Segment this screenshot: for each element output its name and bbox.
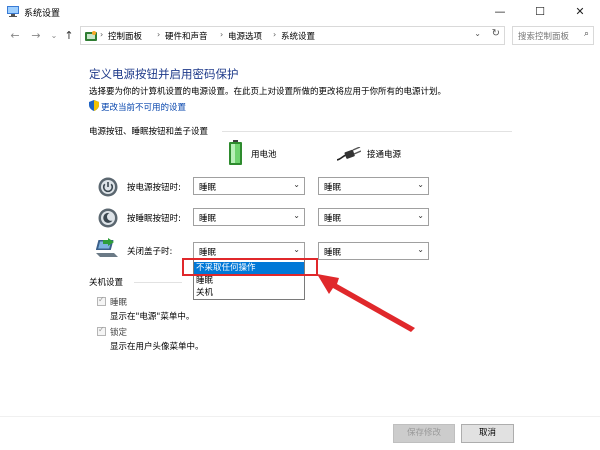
plugged-in-column-header: 接通电源 bbox=[367, 150, 402, 160]
breadcrumb-system-settings[interactable]: 系统设置 bbox=[281, 30, 315, 42]
breadcrumb-control-panel[interactable]: 控制面板 bbox=[108, 30, 142, 42]
red-arrow bbox=[317, 274, 415, 332]
sleep-button-plugged-value: 睡眠 bbox=[324, 214, 342, 224]
section-divider bbox=[134, 282, 182, 283]
sleep-button-icon bbox=[98, 208, 118, 228]
sleep-button-battery-value: 睡眠 bbox=[199, 214, 217, 224]
change-unavailable-settings-link[interactable]: 更改当前不可用的设置 bbox=[101, 101, 186, 113]
sleep-description: 显示在"电源"菜单中。 bbox=[110, 312, 195, 322]
power-button-plugged-select[interactable]: 睡眠 ⌄ bbox=[318, 177, 429, 195]
title-bar: 系统设置 — ☐ ✕ bbox=[0, 0, 600, 24]
check-icon: ✓ bbox=[98, 295, 105, 304]
shutdown-section-title: 关机设置 bbox=[89, 278, 124, 288]
lock-checkbox[interactable]: ✓ bbox=[97, 325, 106, 336]
laptop-lid-icon bbox=[96, 238, 118, 257]
forward-button[interactable]: → bbox=[29, 28, 43, 44]
cancel-button[interactable]: 取消 bbox=[461, 424, 514, 443]
sleep-button-battery-select[interactable]: 睡眠 ⌄ bbox=[193, 208, 305, 226]
search-placeholder: 搜索控制面板 bbox=[518, 32, 570, 42]
breadcrumb-separator: › bbox=[157, 30, 161, 39]
power-button-battery-value: 睡眠 bbox=[199, 183, 217, 193]
breadcrumb-separator: › bbox=[100, 30, 104, 39]
breadcrumb-separator: › bbox=[220, 30, 224, 39]
search-box[interactable]: 搜索控制面板 ⌕ bbox=[512, 26, 594, 45]
search-icon[interactable]: ⌕ bbox=[584, 29, 589, 39]
dropdown-option-shutdown[interactable]: 关机 bbox=[194, 287, 304, 300]
footer-divider bbox=[0, 416, 600, 417]
lock-description: 显示在用户头像菜单中。 bbox=[110, 342, 204, 352]
chevron-down-icon: ⌄ bbox=[293, 180, 300, 189]
close-lid-battery-value: 睡眠 bbox=[199, 248, 217, 258]
battery-column-header: 用电池 bbox=[251, 150, 277, 160]
control-panel-icon bbox=[85, 31, 97, 41]
power-button-label: 按电源按钮时: bbox=[127, 183, 181, 193]
maximize-button[interactable]: ☐ bbox=[520, 0, 560, 24]
chevron-down-icon: ⌄ bbox=[293, 211, 300, 220]
power-button-battery-select[interactable]: 睡眠 ⌄ bbox=[193, 177, 305, 195]
power-button-icon bbox=[98, 177, 118, 197]
section-divider bbox=[222, 131, 512, 132]
lock-checkbox-label: 锁定 bbox=[110, 328, 128, 338]
up-button[interactable]: ↑ bbox=[62, 28, 76, 44]
chevron-down-icon: ⌄ bbox=[417, 211, 424, 220]
sleep-button-label: 按睡眠按钮时: bbox=[127, 214, 181, 224]
power-button-plugged-value: 睡眠 bbox=[324, 183, 342, 193]
battery-icon bbox=[229, 140, 242, 165]
back-button[interactable]: ← bbox=[8, 28, 22, 44]
check-icon: ✓ bbox=[98, 325, 105, 334]
close-lid-plugged-select[interactable]: 睡眠 ⌄ bbox=[318, 242, 429, 260]
breadcrumb-separator: › bbox=[273, 30, 277, 39]
chevron-down-icon: ⌄ bbox=[417, 245, 424, 254]
address-dropdown-button[interactable]: ⌄ bbox=[474, 29, 481, 38]
app-icon bbox=[7, 6, 19, 17]
close-lid-label: 关闭盖子时: bbox=[127, 247, 173, 257]
minimize-button[interactable]: — bbox=[480, 0, 520, 24]
chevron-down-icon: ⌄ bbox=[293, 245, 300, 254]
sleep-checkbox[interactable]: ✓ bbox=[97, 295, 106, 306]
chevron-down-icon: ⌄ bbox=[417, 180, 424, 189]
sleep-checkbox-label: 睡眠 bbox=[110, 298, 128, 308]
close-lid-plugged-value: 睡眠 bbox=[324, 248, 342, 258]
address-bar[interactable]: › 控制面板 › 硬件和声音 › 电源选项 › 系统设置 ⌄ ↻ bbox=[80, 26, 505, 45]
recent-locations-button[interactable]: ⌄ bbox=[47, 28, 61, 44]
close-button[interactable]: ✕ bbox=[560, 0, 600, 24]
breadcrumb-power-options[interactable]: 电源选项 bbox=[228, 30, 262, 42]
sleep-button-plugged-select[interactable]: 睡眠 ⌄ bbox=[318, 208, 429, 226]
breadcrumb-hardware-sound[interactable]: 硬件和声音 bbox=[165, 30, 208, 42]
page-title: 定义电源按钮并启用密码保护 bbox=[89, 67, 239, 81]
window-title: 系统设置 bbox=[24, 9, 61, 19]
save-changes-button[interactable]: 保存修改 bbox=[393, 424, 455, 443]
refresh-button[interactable]: ↻ bbox=[492, 28, 500, 39]
page-description: 选择要为你的计算机设置的电源设置。在此页上对设置所做的更改将应用于你所有的电源计… bbox=[89, 87, 447, 97]
buttons-section-title: 电源按钮、睡眠按钮和盖子设置 bbox=[89, 127, 209, 137]
annotation-highlight-box bbox=[182, 258, 318, 276]
shield-icon bbox=[89, 100, 99, 111]
plug-icon bbox=[337, 147, 361, 161]
